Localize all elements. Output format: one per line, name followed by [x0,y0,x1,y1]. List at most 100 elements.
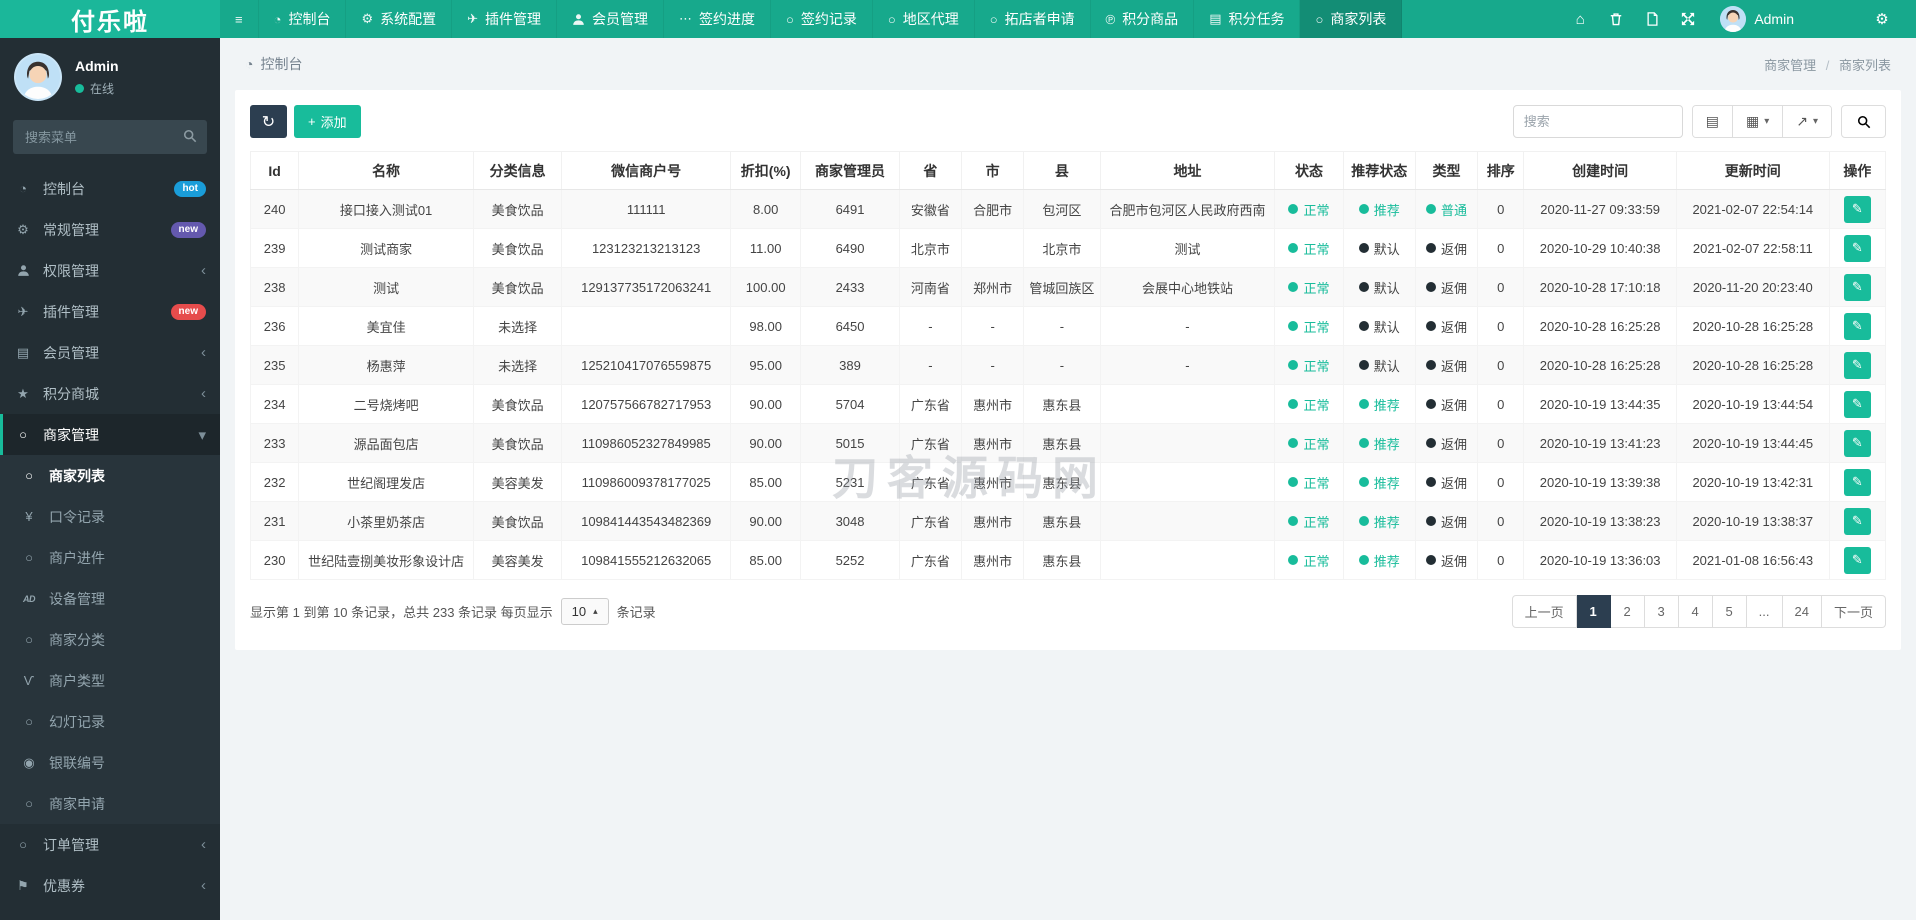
sidebar-item-权限管理[interactable]: 权限管理 ‹ [0,250,220,291]
sidebar-item-设备管理[interactable]: AD 设备管理 [0,578,220,619]
cell-created: 2020-10-28 16:25:28 [1523,345,1677,385]
sidebar-item-商家分类[interactable]: ○ 商家分类 [0,619,220,660]
breadcrumb-separator: / [1825,57,1830,73]
status-dot-icon [1426,243,1437,253]
sidebar-search-input[interactable] [13,120,207,154]
nav-item-签约记录[interactable]: ○ 签约记录 [771,0,873,38]
nav-item-会员管理[interactable]: 会员管理 [557,0,665,38]
sidebar-item-积分商城[interactable]: ★ 积分商城 ‹ [0,373,220,414]
cell-province: 北京市 [898,228,963,268]
table-row: 236 美宜佳 未选择 98.00 6450- - - - 正常 默认 返佣 0 2020-10-28 … [249,306,1887,346]
cell-updated: 2020-10-19 13:44:54 [1675,384,1830,424]
edit-button[interactable]: ✎ [1843,351,1871,379]
export-button[interactable]: ↗ ▾ [1783,106,1831,137]
edit-button[interactable]: ✎ [1843,429,1871,457]
pagination-page-3[interactable]: 3 [1644,595,1679,628]
page-size-select[interactable]: 10 ▴ [560,598,609,625]
sidebar-toggle-button[interactable]: ≡ [220,0,259,38]
nav-item-系统配置[interactable]: ⚙ 系统配置 [346,0,453,38]
cell-name: 接口接入测试01 [298,189,474,229]
cell-actions: ✎ [1828,306,1887,346]
sidebar-item-商户进件[interactable]: ○ 商户进件 [0,537,220,578]
pencil-icon: ✎ [1851,396,1863,411]
pagination-page-4[interactable]: 4 [1678,595,1713,628]
fullscreen-icon[interactable] [1670,12,1706,26]
settings-gears-icon[interactable]: ⚙ [1864,10,1900,28]
breadcrumb-home[interactable]: 控制台 [260,54,302,74]
sidebar-item-幻灯记录[interactable]: ○ 幻灯记录 [0,701,220,742]
edit-button[interactable]: ✎ [1843,234,1871,262]
status-dot-icon [1358,282,1369,292]
sidebar-item-常规管理[interactable]: ⚙ 常规管理 new [0,209,220,250]
cell-sort: 0 [1477,462,1525,502]
edit-button[interactable]: ✎ [1843,195,1871,223]
cell-discount: 98.00 [730,306,802,346]
edit-button[interactable]: ✎ [1843,312,1871,340]
cell-address: - [1099,345,1276,385]
column-header-名称: 名称 [298,151,474,190]
cell-sort: 0 [1477,384,1525,424]
cell-manager: 5704 [800,384,900,424]
chevron-left-icon: ‹ [201,262,206,279]
sidebar-item-优惠券[interactable]: ⚑ 优惠券 ‹ [0,865,220,906]
sidebar-item-口令记录[interactable]: ¥ 口令记录 [0,496,220,537]
table-search-input[interactable] [1512,105,1683,138]
pagination-page-24[interactable]: 24 [1782,595,1822,628]
cell-actions: ✎ [1828,384,1887,424]
columns-button[interactable]: ▦ ▾ [1732,106,1784,137]
nav-item-地区代理[interactable]: ○ 地区代理 [873,0,975,38]
nav-item-插件管理[interactable]: ✈ 插件管理 [452,0,558,38]
sidebar-item-商家管理[interactable]: ○ 商家管理 ▾ [0,414,220,455]
refresh-button[interactable]: ↻ [250,105,287,138]
ellipsis-icon: ⋯ [679,11,693,26]
nav-item-积分任务[interactable]: ▤ 积分任务 [1194,0,1301,38]
edit-button[interactable]: ✎ [1843,507,1871,535]
table-row: 230 世纪陆壹捌美妆形象设计店 美容美发 109841555212632065 85.… [249,540,1887,580]
navbar-items: ◔ 控制台 ⚙ 系统配置 ✈ 插件管理 会员管理 ⋯ 签约进度 ○ 签约记录 ○ 地区代理 ○ 拓店者申请 ℗… [259,0,1403,38]
badge-new: new [170,303,206,320]
sidebar-item-商家列表[interactable]: ○ 商家列表 [0,455,220,496]
sidebar-item-商家申请[interactable]: ○ 商家申请 [0,783,220,824]
sidebar-item-商户类型[interactable]: Ѵ 商户类型 [0,660,220,701]
nav-item-商家列表[interactable]: ○ 商家列表 [1300,0,1403,38]
edit-button[interactable]: ✎ [1843,468,1871,496]
status-dot-icon [1358,243,1369,253]
table-row: 231 小茶里奶茶店 美食饮品 109841443543482369 90.00 3048… [249,501,1887,541]
cell-manager: 389 [800,345,900,385]
column-header-县: 县 [1023,151,1101,190]
sidebar-item-插件管理[interactable]: ✈ 插件管理 new [0,291,220,332]
cell-wechat: 109841555212632065 [561,540,732,580]
pagination-prev-button[interactable]: 上一页 [1511,595,1577,628]
breadcrumb-parent: 商家管理 [1764,57,1817,73]
advanced-search-button[interactable] [1841,105,1886,138]
nav-item-签约进度[interactable]: ⋯ 签约进度 [664,0,772,38]
clear-cache-icon[interactable] [1634,12,1670,26]
cell-wechat: 129137735172063241 [561,267,732,307]
sidebar-item-会员管理[interactable]: ▤ 会员管理 ‹ [0,332,220,373]
sidebar-item-控制台[interactable]: ◔ 控制台 hot [0,168,220,209]
pencil-icon: ✎ [1851,279,1863,294]
nav-item-控制台[interactable]: ◔ 控制台 [259,0,347,38]
pagination-page-2[interactable]: 2 [1610,595,1645,628]
user-menu[interactable]: Admin [1720,6,1794,32]
edit-button[interactable]: ✎ [1843,390,1871,418]
toggle-view-button[interactable]: ▤ [1692,106,1733,137]
pagination-next-button[interactable]: 下一页 [1821,595,1886,628]
pagination-page-1[interactable]: 1 [1576,595,1611,628]
list-icon: ▤ [16,344,30,360]
trash-icon[interactable] [1598,12,1634,26]
pagination-page-5[interactable]: 5 [1712,595,1747,628]
cell-type: 返佣 [1414,306,1479,346]
nav-item-拓店者申请[interactable]: ○ 拓店者申请 [975,0,1091,38]
sidebar-item-银联编号[interactable]: ◉ 银联编号 [0,742,220,783]
edit-button[interactable]: ✎ [1843,546,1871,574]
nav-item-积分商品[interactable]: ℗ 积分商品 [1091,0,1195,38]
sidebar-item-订单管理[interactable]: ○ 订单管理 ‹ [0,824,220,865]
cell-updated: 2020-11-20 20:23:40 [1675,267,1830,307]
cell-actions: ✎ [1828,345,1887,385]
edit-button[interactable]: ✎ [1843,273,1871,301]
pagination-page-...[interactable]: ... [1746,595,1783,628]
add-button[interactable]: + 添加 [294,105,361,138]
column-header-微信商户号: 微信商户号 [561,151,732,190]
home-icon[interactable]: ⌂ [1562,11,1598,28]
